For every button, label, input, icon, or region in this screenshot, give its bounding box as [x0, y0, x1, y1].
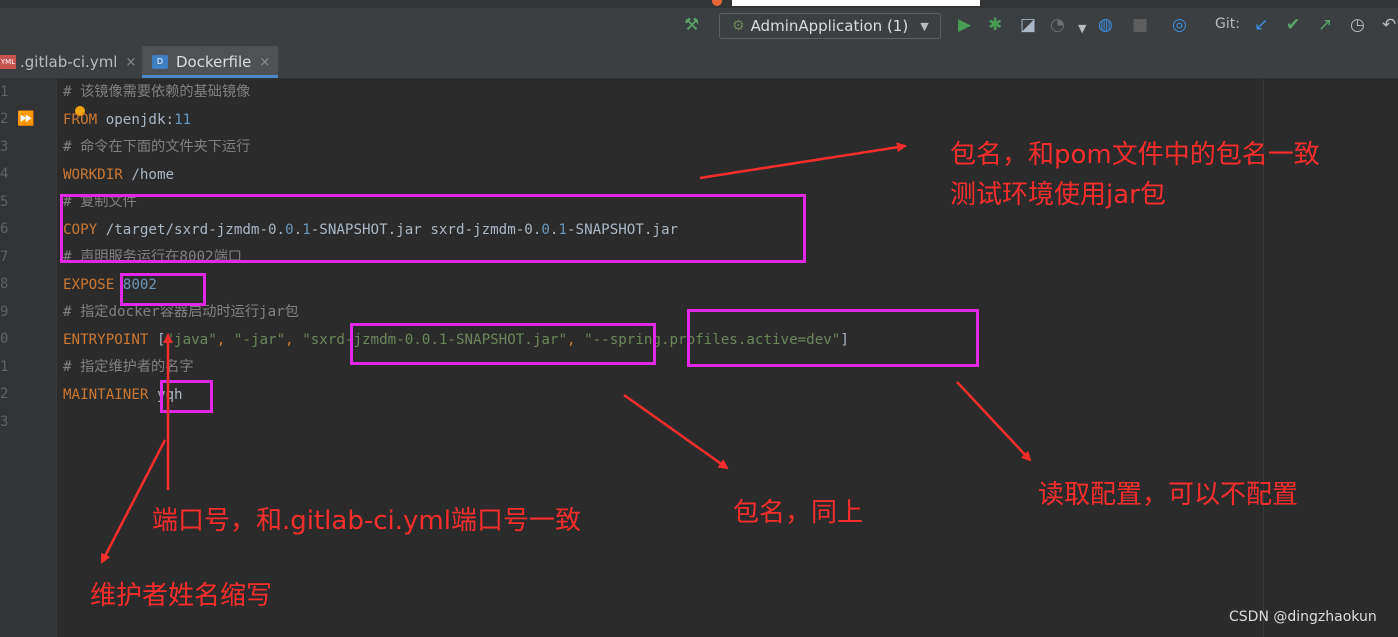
annotation-package-name: 包名，和pom文件中的包名一致	[950, 140, 1320, 170]
annotation-read-config: 读取配置，可以不配置	[1038, 480, 1299, 510]
annotation-package-same: 包名，同上	[733, 498, 864, 528]
watermark: CSDN @dingzhaokun	[1229, 609, 1377, 625]
annotation-test-env: 测试环境使用jar包	[950, 180, 1166, 210]
annotation-port: 端口号，和.gitlab-ci.yml端口号一致	[152, 506, 581, 536]
annotation-arrows	[100, 142, 1032, 564]
arrow-jar-note	[623, 393, 729, 470]
annotation-maintainer: 维护者姓名缩写	[90, 581, 273, 611]
arrow-package-note	[699, 142, 907, 180]
arrow-config-note	[956, 381, 1032, 462]
